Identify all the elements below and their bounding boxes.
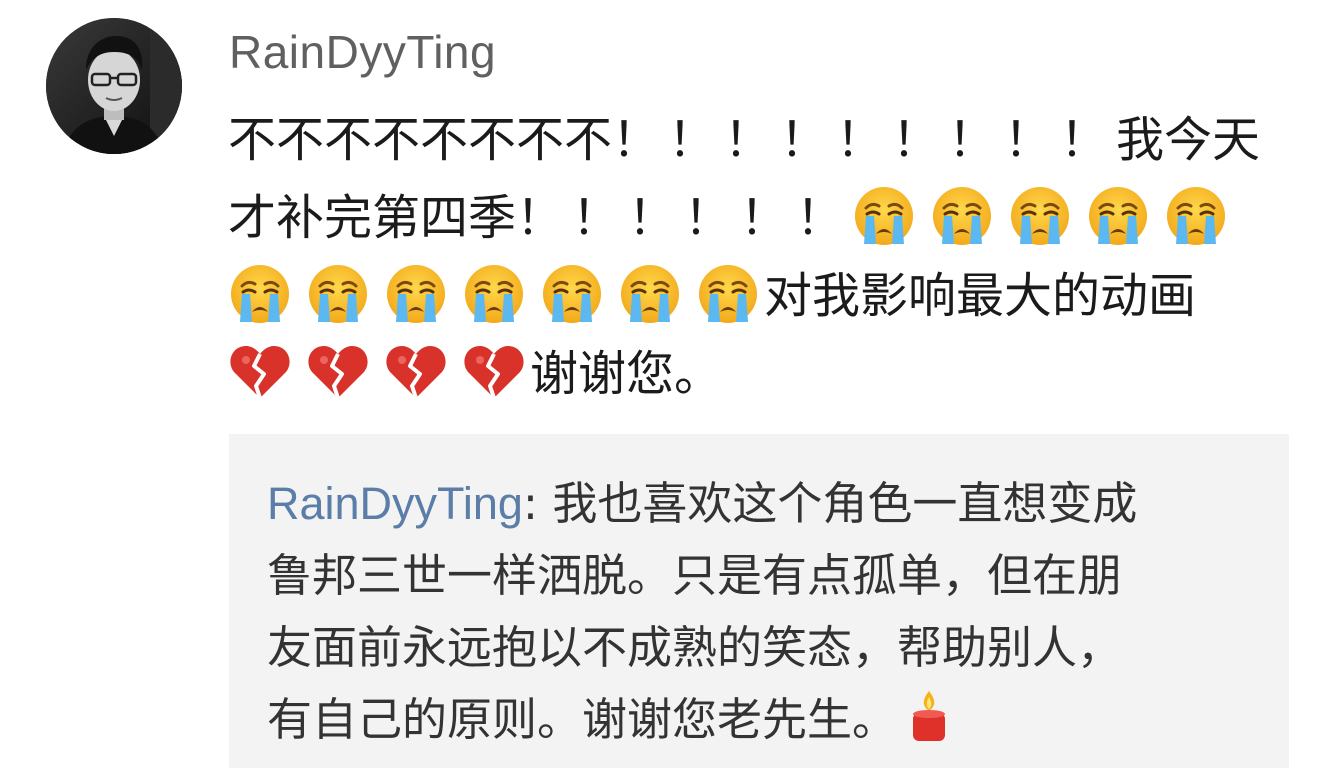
comment-text: ！！！！！！！！！ xyxy=(612,112,1117,168)
comment-line-1: 不不不不不不不不！！！！！！！！！我今天 xyxy=(228,101,1308,179)
reply-text: 我也喜欢这个角色一直想变成 xyxy=(552,477,1138,530)
loudly-crying-face-icon xyxy=(228,262,292,326)
loudly-crying-face-icon xyxy=(306,262,370,326)
candle-icon xyxy=(907,689,951,743)
loudly-crying-face-icon xyxy=(1008,184,1072,248)
loudly-crying-face-icon xyxy=(1086,184,1150,248)
comment-username[interactable]: RainDyyTing xyxy=(229,22,496,82)
reply-box[interactable]: RainDyyTing: 我也喜欢这个角色一直想变成 鲁邦三世一样洒脱。只是有点… xyxy=(229,434,1289,768)
comment-text: 我今天 xyxy=(1116,112,1261,168)
comment-line-4: 谢谢您。 xyxy=(228,335,1308,413)
reply-line-3: 友面前永远抱以不成熟的笑态，帮助别人， xyxy=(267,621,1123,674)
broken-heart-icon xyxy=(462,342,526,400)
loudly-crying-face-icon xyxy=(696,262,760,326)
avatar[interactable] xyxy=(46,18,182,154)
reply-line-2: 鲁邦三世一样洒脱。只是有点孤单，但在朋 xyxy=(267,549,1123,602)
comment-line-3: 对我影响最大的动画 xyxy=(228,257,1308,335)
loudly-crying-face-icon xyxy=(618,262,682,326)
loudly-crying-face-icon xyxy=(1164,184,1228,248)
reply-author[interactable]: RainDyyTing xyxy=(267,478,523,529)
reply-line-1: RainDyyTing: 我也喜欢这个角色一直想变成 xyxy=(267,468,1267,540)
reply-separator: : xyxy=(522,477,539,530)
comment-text: 才补完第四季 xyxy=(228,190,517,246)
broken-heart-icon xyxy=(306,342,370,400)
loudly-crying-face-icon xyxy=(462,262,526,326)
comment-text: 谢谢您。 xyxy=(530,346,723,402)
reply-content: RainDyyTing: 我也喜欢这个角色一直想变成 鲁邦三世一样洒脱。只是有点… xyxy=(267,468,1267,756)
comment-body: 不不不不不不不不！！！！！！！！！我今天 才补完第四季！！！！！！ 对我影响最大… xyxy=(228,101,1308,413)
broken-heart-icon xyxy=(228,342,292,400)
comment-text: 不不不不不不不不 xyxy=(228,112,613,168)
reply-text: 有自己的原则。谢谢您老先生。 xyxy=(267,693,898,746)
comment-text: ！！！！！！ xyxy=(516,190,853,246)
loudly-crying-face-icon xyxy=(384,262,448,326)
loudly-crying-face-icon xyxy=(852,184,916,248)
loudly-crying-face-icon xyxy=(540,262,604,326)
comment-line-2: 才补完第四季！！！！！！ xyxy=(228,179,1308,257)
broken-heart-icon xyxy=(384,342,448,400)
comment-thread: RainDyyTing 不不不不不不不不！！！！！！！！！我今天 才补完第四季！… xyxy=(0,0,1336,768)
loudly-crying-face-icon xyxy=(930,184,994,248)
reply-line-4: 有自己的原则。谢谢您老先生。 xyxy=(267,684,1267,756)
comment-text: 对我影响最大的动画 xyxy=(764,268,1197,324)
avatar-image xyxy=(46,18,182,154)
